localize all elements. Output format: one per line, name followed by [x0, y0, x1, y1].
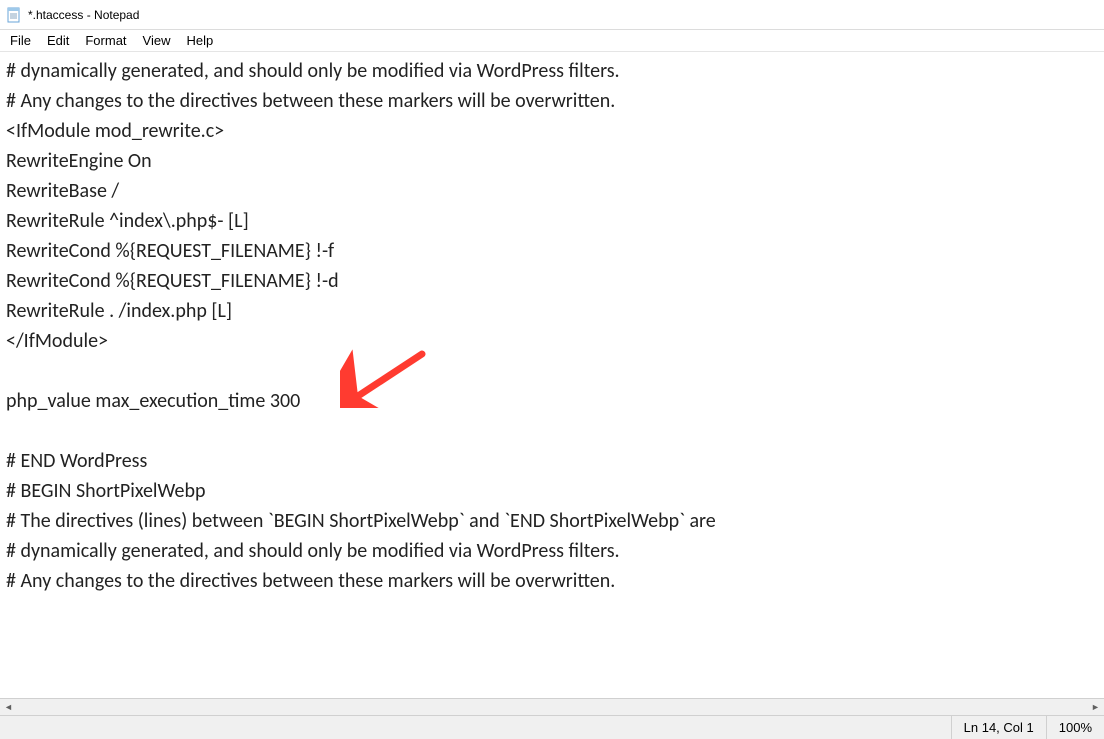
scroll-track[interactable]: [17, 699, 1087, 715]
editor-area: [0, 52, 1104, 698]
status-spacer: [0, 716, 951, 739]
horizontal-scrollbar[interactable]: ◄ ►: [0, 698, 1104, 715]
status-caret-position: Ln 14, Col 1: [951, 716, 1046, 739]
menu-view[interactable]: View: [135, 31, 179, 50]
statusbar: Ln 14, Col 1 100%: [0, 715, 1104, 739]
scroll-right-arrow-icon[interactable]: ►: [1087, 699, 1104, 716]
editor-textarea[interactable]: [0, 52, 1104, 698]
menu-format[interactable]: Format: [77, 31, 134, 50]
titlebar: *.htaccess - Notepad: [0, 0, 1104, 30]
status-zoom: 100%: [1046, 716, 1104, 739]
menu-edit[interactable]: Edit: [39, 31, 77, 50]
menubar: File Edit Format View Help: [0, 30, 1104, 52]
window-title: *.htaccess - Notepad: [28, 8, 139, 22]
menu-help[interactable]: Help: [178, 31, 221, 50]
scroll-left-arrow-icon[interactable]: ◄: [0, 699, 17, 716]
notepad-icon: [6, 7, 22, 23]
menu-file[interactable]: File: [2, 31, 39, 50]
